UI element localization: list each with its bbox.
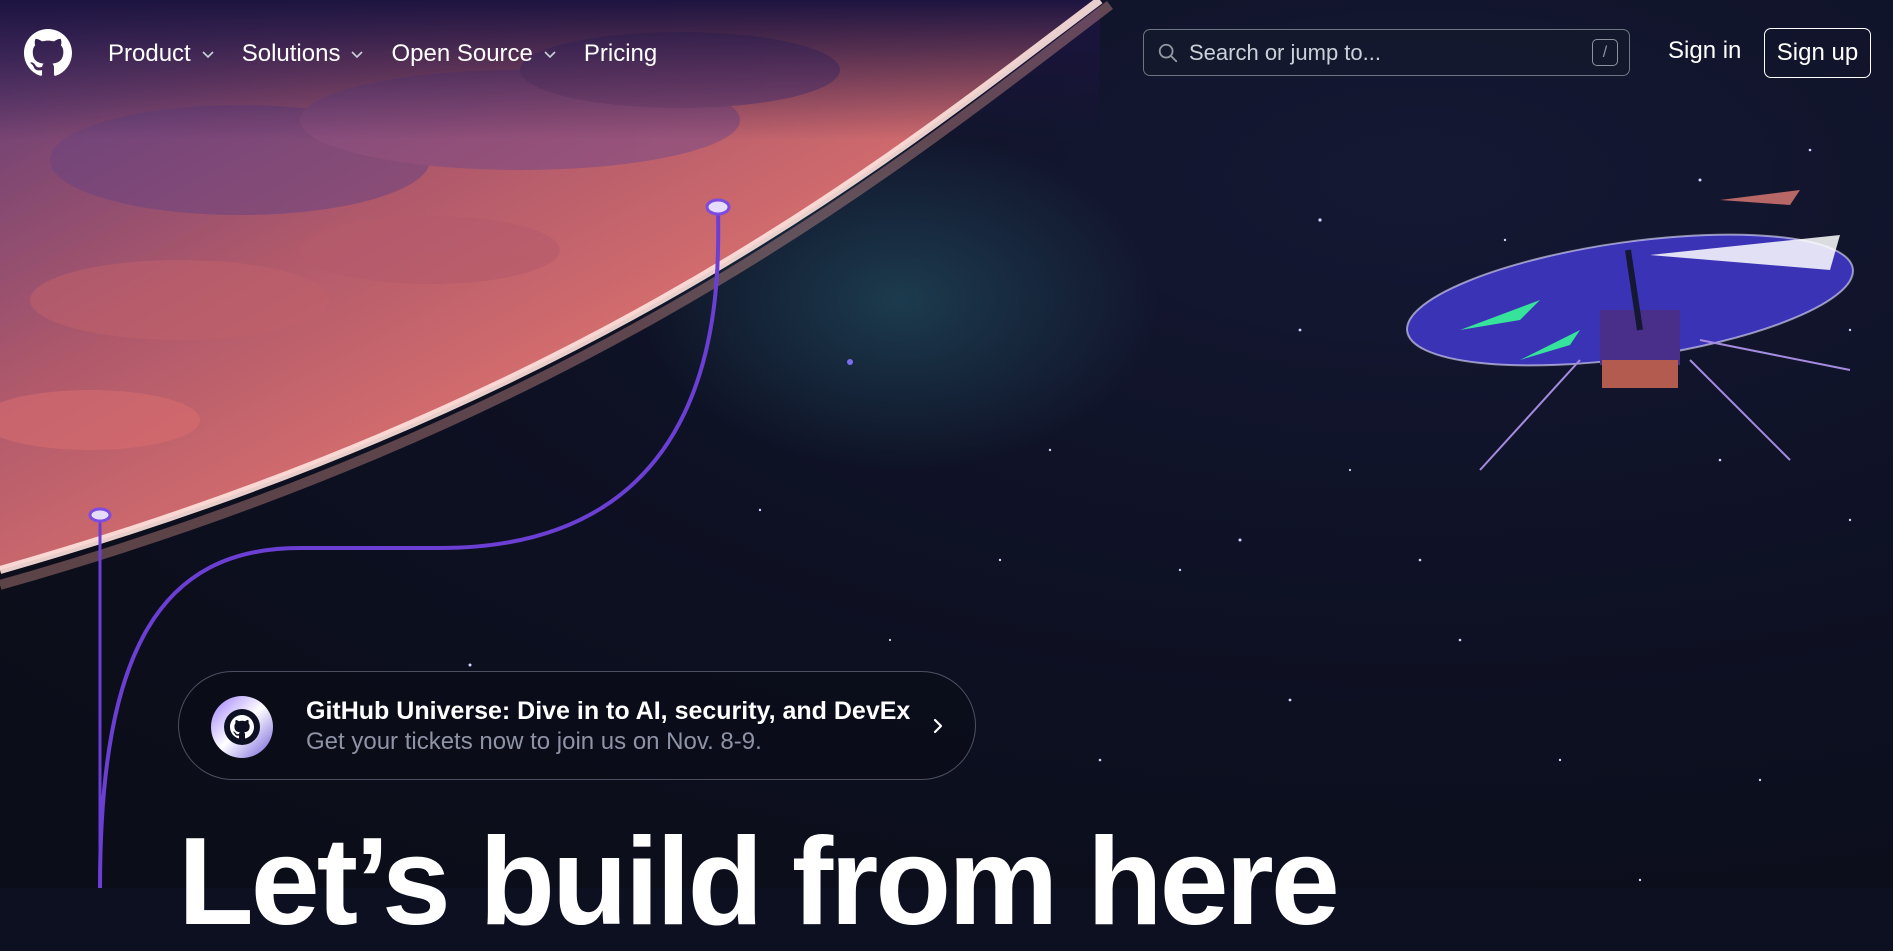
nav-solutions[interactable]: Solutions <box>242 40 366 68</box>
chevron-right-icon <box>933 718 943 734</box>
universe-logo-icon <box>211 696 273 758</box>
hero-headline: Let’s build from here <box>178 813 1340 951</box>
sign-up-button[interactable]: Sign up <box>1764 28 1871 78</box>
universe-banner[interactable]: GitHub Universe: Dive in to AI, security… <box>178 671 976 780</box>
search-shortcut-key: / <box>1592 39 1618 66</box>
nav-solutions-label: Solutions <box>241 40 341 67</box>
search-icon <box>1158 43 1178 62</box>
github-mark-icon[interactable] <box>24 29 72 77</box>
nav-open-source-label: Open Source <box>391 40 533 67</box>
banner-title: GitHub Universe: Dive in to AI, security… <box>306 697 911 725</box>
site-header: Product Solutions Open Source Pricing / … <box>0 0 1893 108</box>
nav-pricing-label: Pricing <box>583 40 658 67</box>
chevron-down-icon <box>202 51 214 59</box>
nav-product[interactable]: Product <box>108 40 216 68</box>
nav-product-label: Product <box>108 40 191 67</box>
nav-pricing[interactable]: Pricing <box>584 40 657 68</box>
chevron-down-icon <box>351 51 364 59</box>
banner-subtitle: Get your tickets now to join us on Nov. … <box>306 728 762 755</box>
sign-in-link[interactable]: Sign in <box>1668 37 1741 65</box>
nav-open-source[interactable]: Open Source <box>391 40 557 68</box>
search-box[interactable]: / <box>1143 29 1630 76</box>
main-nav: Product Solutions Open Source Pricing <box>108 34 683 74</box>
search-input[interactable] <box>1189 39 1592 66</box>
chevron-down-icon <box>544 51 556 59</box>
